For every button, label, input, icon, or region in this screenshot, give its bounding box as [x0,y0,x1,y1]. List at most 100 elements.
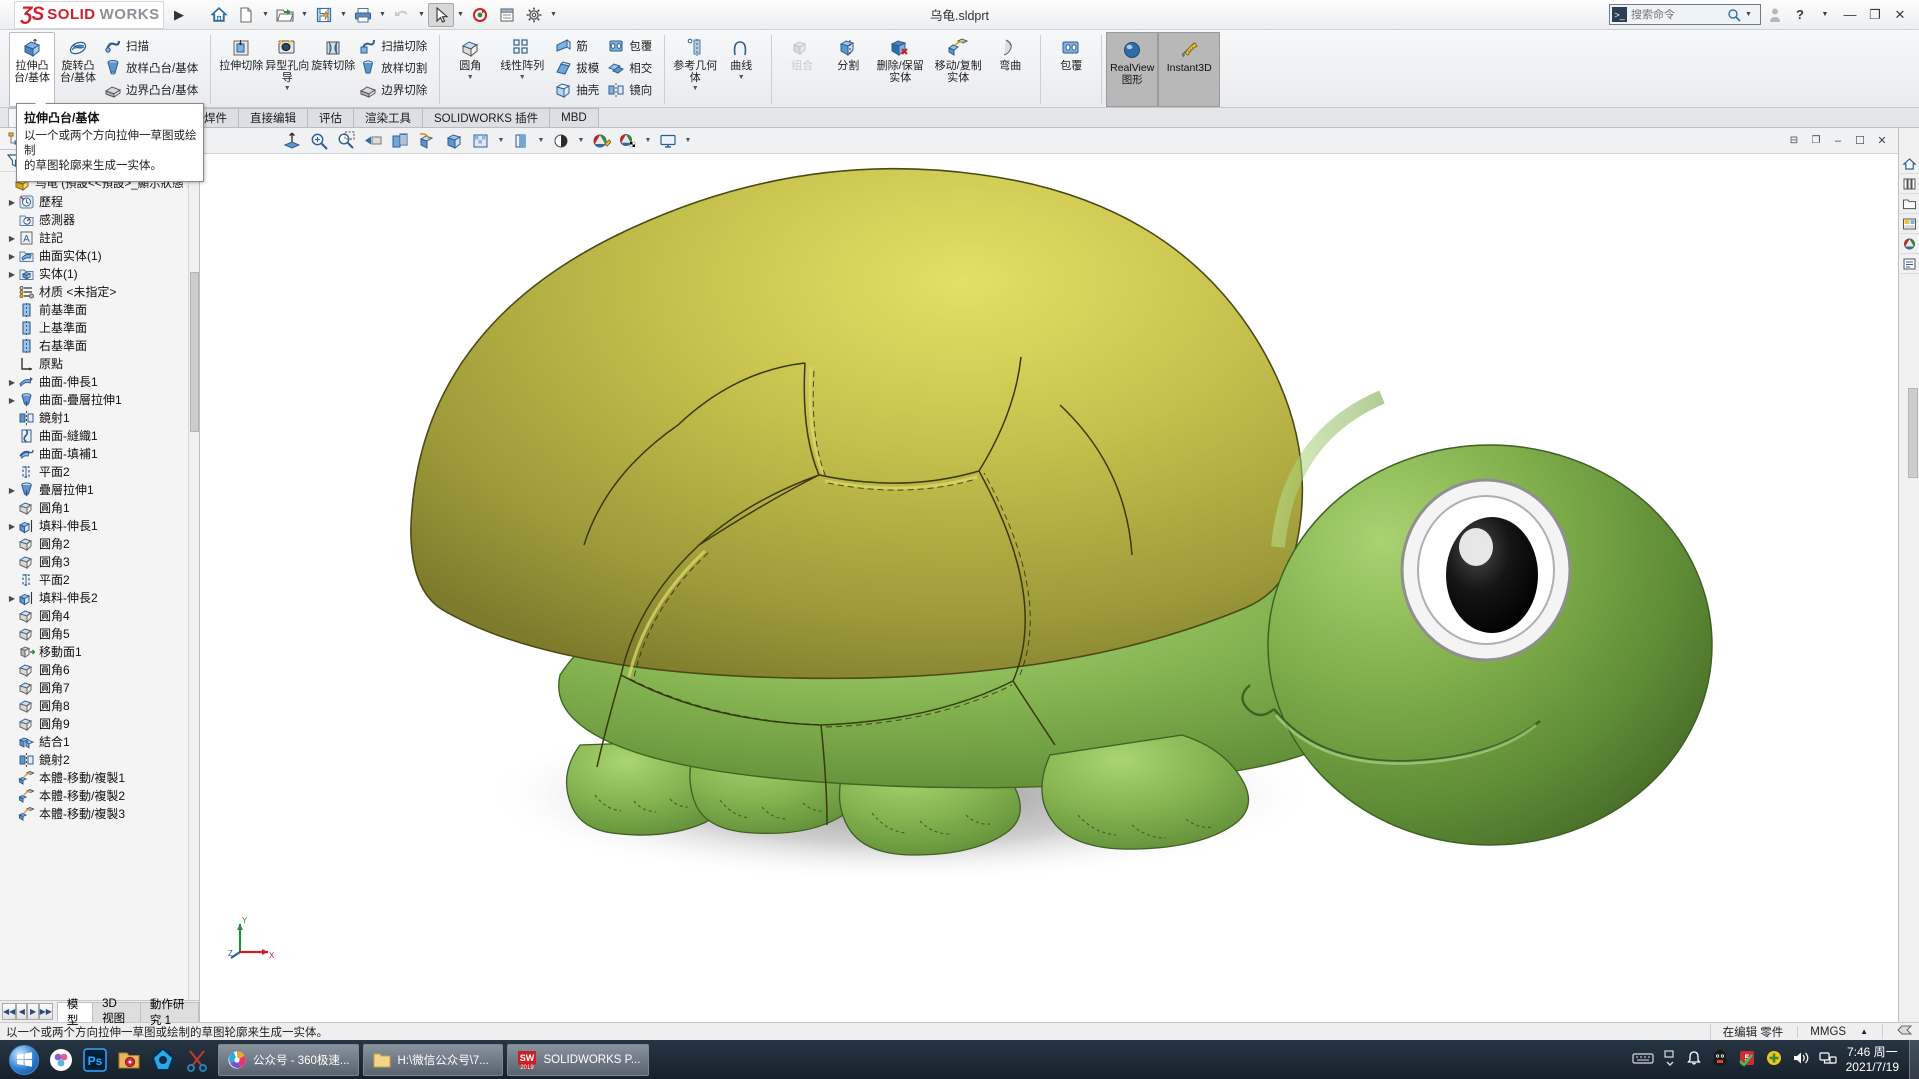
network-icon[interactable] [1819,1050,1837,1069]
tray-expand-icon[interactable] [1663,1050,1677,1069]
notification-bell-icon[interactable] [1686,1050,1702,1069]
turtle-model-render[interactable] [200,154,1898,1022]
open-folder-icon[interactable] [272,3,298,27]
wrap2-button[interactable]: 包覆 [1048,32,1094,107]
section-view-icon[interactable] [388,130,412,152]
status-units[interactable]: MMGS [1797,1025,1846,1038]
update-icon[interactable] [1765,1049,1783,1070]
print-icon[interactable] [350,3,376,27]
view-settings-dropdown-icon[interactable]: ▼ [683,130,693,152]
scene-background-dropdown-icon[interactable]: ▼ [643,130,653,152]
rebuild-icon[interactable] [467,3,493,27]
graphics-vertical-scrollbar-thumb[interactable] [1908,388,1918,478]
split-button[interactable]: 分割 [825,32,871,107]
view-palette-icon[interactable] [1899,214,1919,234]
tab-mbd[interactable]: MBD [549,108,599,127]
menu-expand-arrow-icon[interactable]: ▶ [174,7,184,23]
tree-node[interactable]: 感測器 [0,211,199,229]
tree-expand-icon[interactable]: ▶ [6,270,18,279]
extrude-boss-button[interactable]: 拉伸凸台/基体 [9,32,55,107]
start-button[interactable] [4,1043,44,1077]
close-button[interactable]: ✕ [1889,4,1911,26]
file-properties-icon[interactable] [494,3,520,27]
tree-node[interactable]: ▶ 填料-伸長2 [0,589,199,607]
tree-node[interactable]: 圓角7 [0,679,199,697]
restore-button[interactable]: ❐ [1864,4,1886,26]
appearances-scenes-icon[interactable] [1899,234,1919,254]
help-icon[interactable]: ? [1789,4,1811,26]
taskbar-clock[interactable]: 7:46 周一 2021/7/19 [1846,1045,1899,1075]
file-explorer-icon[interactable] [1899,194,1919,214]
tab-evaluate[interactable]: 评估 [307,108,354,127]
command-search-box[interactable]: >_ ▼ [1609,4,1761,25]
tree-node[interactable]: 前基準面 [0,301,199,319]
status-units-caret-icon[interactable]: ▲ [1860,1027,1868,1036]
wrap-button[interactable]: 包覆 [604,35,657,57]
apply-scene-dropdown-icon[interactable]: ▼ [576,130,586,152]
save-icon[interactable] [311,3,337,27]
gfx-close-button[interactable]: ✕ [1872,132,1892,150]
tree-node[interactable]: 圓角6 [0,661,199,679]
tree-node[interactable]: 圓角2 [0,535,199,553]
combine-button[interactable]: 组合 [779,32,825,107]
tree-node[interactable]: ▶ 实体(1) [0,265,199,283]
zoom-to-area-icon[interactable] [307,130,331,152]
fillet-caret-icon[interactable]: ▼ [467,73,474,82]
tree-node[interactable]: 曲面-填補1 [0,445,199,463]
tree-node[interactable]: 本體-移動/複製2 [0,787,199,805]
instant3d-toggle[interactable]: Instant3D [1158,32,1221,107]
options-dropdown-icon[interactable]: ▼ [548,3,559,27]
tree-expand-icon[interactable]: ▶ [6,252,18,261]
save-dropdown-icon[interactable]: ▼ [338,3,349,27]
new-document-dropdown-icon[interactable]: ▼ [260,3,271,27]
tree-node[interactable]: 圓角1 [0,499,199,517]
new-document-icon[interactable] [233,3,259,27]
select-dropdown-icon[interactable]: ▼ [455,3,466,27]
previous-view-icon[interactable] [361,130,385,152]
reference-geometry-caret-icon[interactable]: ▼ [692,84,699,93]
photoshop-icon[interactable]: Ps [78,1043,112,1077]
tree-node[interactable]: 圓角5 [0,625,199,643]
rib-button[interactable]: 筋 [551,35,604,57]
tree-node[interactable]: 平面2 [0,571,199,589]
print-dropdown-icon[interactable]: ▼ [377,3,388,27]
tree-node[interactable]: 移動面1 [0,643,199,661]
volume-icon[interactable] [1792,1050,1810,1069]
user-account-icon[interactable] [1764,4,1786,26]
loft-boss-button[interactable]: 放样凸台/基体 [101,57,203,79]
gfx-maximize-button[interactable]: ☐ [1850,132,1870,150]
flex-button[interactable]: 弯曲 [987,32,1033,107]
tab-render-tools[interactable]: 渲染工具 [353,108,423,127]
help-dropdown-icon[interactable]: ▼ [1814,4,1836,26]
tree-node[interactable]: 本體-移動/複製3 [0,805,199,823]
reference-geometry-button[interactable]: 参考几何体 ▼ [672,32,718,107]
select-cursor-icon[interactable] [428,2,454,27]
undo-dropdown-icon[interactable]: ▼ [416,3,427,27]
realview-graphics-toggle[interactable]: RealView 图形 [1106,32,1159,107]
custom-properties-icon[interactable] [1899,254,1919,274]
mirror-button[interactable]: 镜向 [604,79,657,101]
bottom-tab-motion-study[interactable]: 動作研究 1 [139,999,199,1027]
zoom-to-fit-icon[interactable] [280,130,304,152]
tree-node[interactable]: ▶ 填料-伸長1 [0,517,199,535]
zoom-to-selection-icon[interactable] [334,130,358,152]
view-settings-icon[interactable] [656,130,680,152]
gfx-restore-down-button[interactable]: ❐ [1806,132,1826,150]
taskbar-solidworks-window[interactable]: SW 2019 SOLIDWORKS P... [506,1043,650,1076]
edit-appearance-dropdown-icon[interactable]: ▼ [536,130,546,152]
tree-node[interactable]: 原點 [0,355,199,373]
feature-tree[interactable]: 乌龟 (預設<<預設>_顯示狀態 1>) ▶ 歷程 感測器 ▶ A 註記 ▶ 曲面实体(1) ▶… [0,172,199,1000]
revolve-boss-button[interactable]: 旋转凸台/基体 [55,32,101,107]
tree-node[interactable]: 本體-移動/複製1 [0,769,199,787]
shell-button[interactable]: 抽壳 [551,79,604,101]
show-desktop-button[interactable] [1909,1040,1919,1079]
hole-wizard-caret-icon[interactable]: ▼ [284,84,291,93]
tab-direct-editing[interactable]: 直接编辑 [238,108,308,127]
curves-caret-icon[interactable]: ▼ [738,73,745,82]
tag-icon[interactable] [1882,1024,1913,1039]
bottom-tab-model[interactable]: 模型 [56,999,94,1027]
tree-expand-icon[interactable]: ▶ [6,522,18,531]
display-style-icon[interactable] [442,130,466,152]
hole-wizard-button[interactable]: 异型孔向导 ▼ [264,32,310,107]
sweep-cut-button[interactable]: 扫描切除 [356,35,432,57]
